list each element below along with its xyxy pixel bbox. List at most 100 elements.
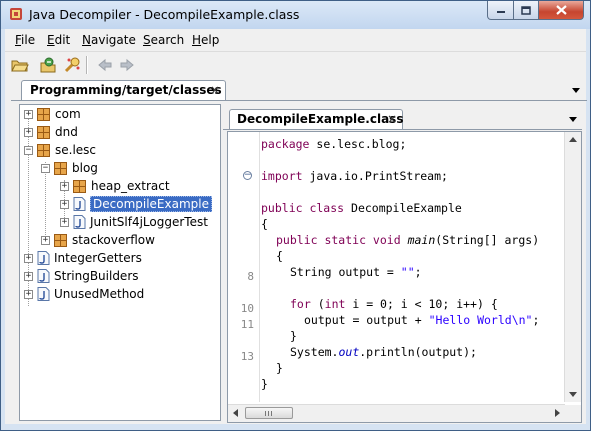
package-icon: [54, 161, 67, 175]
menu-search[interactable]: Search: [143, 33, 184, 47]
tree-label: stackoverflow: [72, 233, 155, 247]
close-tab-icon[interactable]: ×: [210, 84, 220, 96]
tree-label: JunitSlf4jLoggerTest: [90, 215, 208, 229]
scroll-right-arrow-icon[interactable]: [555, 409, 560, 417]
tree-label: se.lesc: [55, 143, 97, 157]
package-tree: + com + dnd − se.lesc − blog + heap_extr…: [19, 104, 221, 421]
tree-item-stackoverflow[interactable]: + stackoverflow: [41, 231, 155, 249]
open-type-icon[interactable]: [39, 56, 57, 74]
horizontal-scrollbar[interactable]: [228, 404, 565, 422]
main-content: Programming/target/classes × + com + dnd…: [5, 77, 587, 424]
tab-decompile-example[interactable]: DecompileExample.class ×: [229, 109, 403, 129]
code-line: {: [261, 217, 268, 231]
scroll-up-arrow-icon[interactable]: [569, 137, 577, 142]
menu-edit[interactable]: Edit: [47, 33, 70, 47]
java-file-icon: [37, 287, 50, 301]
java-file-icon: [73, 215, 86, 229]
fold-toggle-icon[interactable]: −: [243, 171, 252, 180]
expand-toggle[interactable]: +: [60, 199, 69, 209]
grip-line: [271, 411, 272, 416]
menu-bar: File Edit Navigate Search Help: [5, 29, 586, 51]
line-number: 8: [247, 270, 254, 283]
tree-item-decompile-example[interactable]: + DecompileExample: [60, 195, 212, 213]
tree-item-heap-extract[interactable]: + heap_extract: [60, 177, 170, 195]
editor-area: DecompileExample.class × − 8 10 11 13 pa…: [223, 104, 586, 424]
search-type-icon[interactable]: [63, 56, 81, 74]
tree-item-dnd[interactable]: + dnd: [24, 123, 78, 141]
tree-label: dnd: [55, 125, 78, 139]
tree-label: heap_extract: [91, 179, 170, 193]
line-number: 11: [240, 318, 254, 331]
toolbar-separator: [86, 56, 88, 74]
tree-label-selected: DecompileExample: [90, 196, 212, 212]
tab-list-dropdown-icon[interactable]: [572, 88, 580, 93]
code-line: System.out.println(output);: [290, 345, 477, 359]
expand-toggle[interactable]: +: [24, 127, 33, 137]
close-window-button[interactable]: [538, 1, 584, 20]
grip-line: [268, 411, 269, 416]
java-file-icon: [73, 197, 86, 211]
expand-toggle[interactable]: +: [24, 109, 33, 119]
line-number: 10: [240, 302, 254, 315]
menu-navigate[interactable]: Navigate: [82, 33, 136, 47]
editor-tab-bar: DecompileExample.class ×: [223, 109, 582, 130]
package-icon: [54, 233, 67, 247]
scroll-down-arrow-icon[interactable]: [569, 392, 577, 397]
tree-item-junit-logger-test[interactable]: + JunitSlf4jLoggerTest: [60, 213, 208, 231]
project-tab-bar: Programming/target/classes ×: [11, 80, 587, 101]
close-tab-icon[interactable]: ×: [387, 113, 397, 125]
vertical-scrollbar[interactable]: [564, 132, 581, 402]
tree-item-blog[interactable]: − blog: [41, 159, 98, 177]
code-line: import java.io.PrintStream;: [261, 169, 448, 183]
minimize-icon: [496, 11, 505, 13]
line-number-gutter: − 8 10 11 13: [228, 132, 260, 402]
menu-file[interactable]: File: [15, 33, 35, 47]
horizontal-scroll-thumb[interactable]: [245, 407, 293, 419]
expand-toggle[interactable]: +: [41, 235, 50, 245]
code-line: public class DecompileExample: [261, 201, 462, 215]
expand-toggle[interactable]: +: [60, 181, 69, 191]
tree-label: StringBuilders: [54, 269, 139, 283]
open-file-icon[interactable]: [11, 56, 29, 74]
collapse-toggle[interactable]: −: [41, 163, 50, 173]
code-line: for (int i = 0; i < 10; i++) {: [290, 297, 498, 311]
grip-line: [265, 411, 266, 416]
tree-label: UnusedMethod: [54, 287, 145, 301]
code-line: public static void main(String[] args): [276, 233, 540, 247]
minimize-button[interactable]: [487, 1, 514, 20]
package-icon: [37, 143, 50, 157]
menu-help[interactable]: Help: [192, 33, 219, 47]
maximize-icon: [521, 5, 531, 15]
code-editor[interactable]: − 8 10 11 13 package se.lesc.blog; impor…: [227, 131, 582, 423]
expand-toggle[interactable]: +: [24, 253, 33, 263]
code-line: }: [276, 361, 283, 375]
code-line: output = output + "Hello World\n";: [304, 313, 540, 327]
tab-list-dropdown-icon[interactable]: [569, 117, 577, 122]
tree-item-se-lesc[interactable]: − se.lesc: [24, 141, 96, 159]
tree-item-string-builders[interactable]: + StringBuilders: [24, 267, 139, 285]
tab-project[interactable]: Programming/target/classes ×: [21, 80, 226, 100]
collapse-toggle[interactable]: −: [24, 145, 33, 155]
toolbar: [5, 51, 586, 77]
expand-toggle[interactable]: +: [24, 271, 33, 281]
title-bar[interactable]: Java Decompiler - DecompileExample.class: [1, 1, 590, 29]
tab-project-label: Programming/target/classes: [30, 83, 222, 97]
tree-item-unused-method[interactable]: + UnusedMethod: [24, 285, 144, 303]
forward-arrow-icon[interactable]: [118, 56, 136, 74]
code-line: }: [290, 329, 297, 343]
scroll-left-arrow-icon[interactable]: [233, 409, 238, 417]
maximize-button[interactable]: [513, 1, 539, 20]
expand-toggle[interactable]: +: [24, 289, 33, 299]
close-icon: [555, 5, 567, 15]
expand-toggle[interactable]: +: [60, 217, 69, 227]
tree-item-com[interactable]: + com: [24, 105, 81, 123]
package-icon: [73, 179, 86, 193]
code-line: {: [276, 249, 283, 263]
back-arrow-icon[interactable]: [96, 56, 114, 74]
window-title: Java Decompiler - DecompileExample.class: [29, 7, 300, 22]
code-line: }: [261, 377, 268, 391]
tree-item-integer-getters[interactable]: + IntegerGetters: [24, 249, 142, 267]
tree-label: blog: [72, 161, 98, 175]
app-icon: [10, 8, 22, 20]
code-line: String output = "";: [290, 265, 422, 279]
